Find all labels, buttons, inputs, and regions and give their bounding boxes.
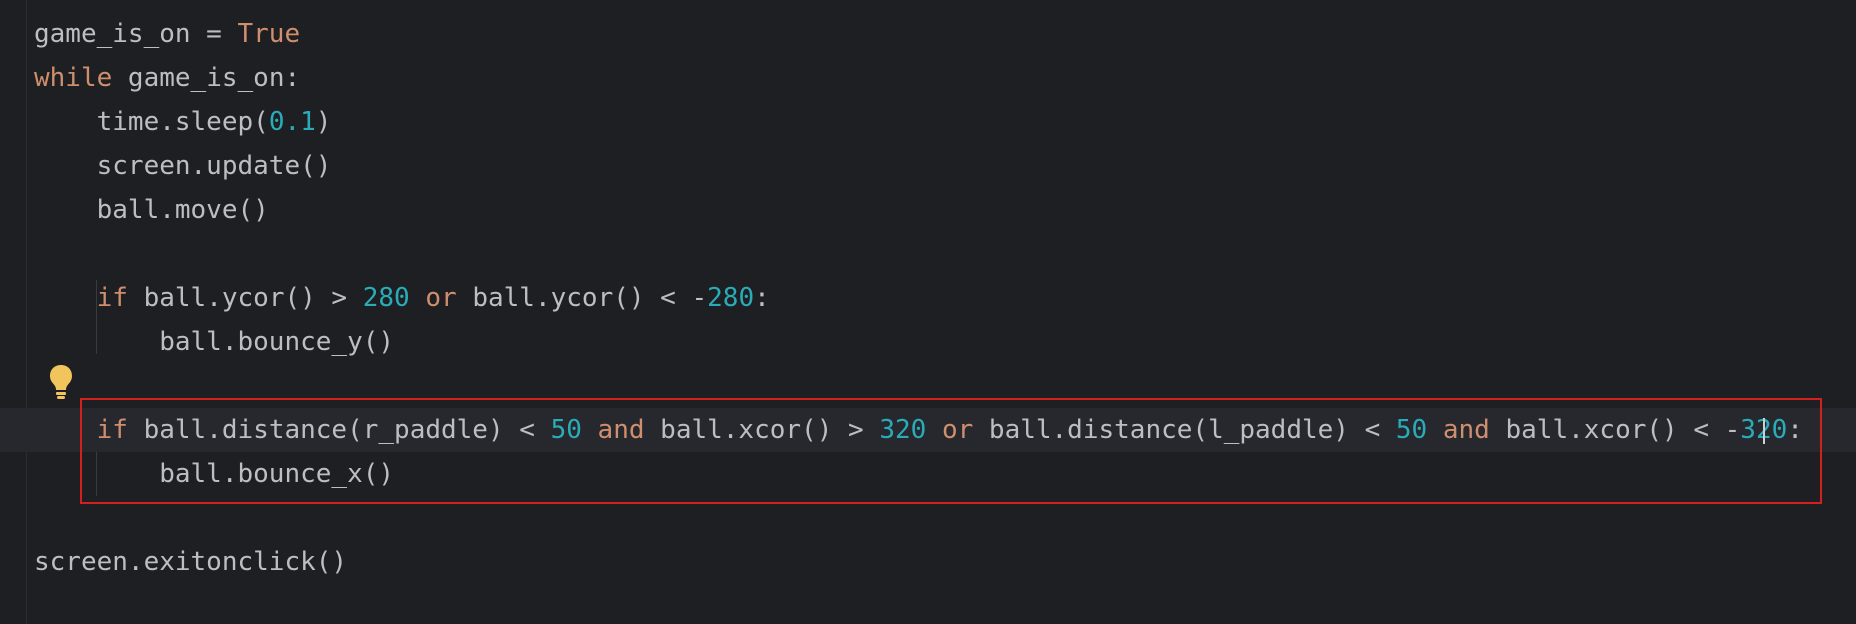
code-editor[interactable]: game_is_on = True while game_is_on: time.… <box>0 0 1856 624</box>
code-token: game_is_on: <box>112 63 301 93</box>
number-token: 0.1 <box>268 107 316 137</box>
code-token: ball.ycor() > <box>127 283 363 313</box>
keyword-token: or <box>425 283 457 313</box>
code-line[interactable]: game_is_on = True <box>34 12 300 56</box>
keyword-token: while <box>34 63 113 93</box>
code-token: ball.ycor() < - <box>456 283 708 313</box>
code-line[interactable]: if ball.ycor() > 280 or ball.ycor() < -2… <box>34 276 770 320</box>
code-line[interactable]: while game_is_on: <box>34 56 300 100</box>
keyword-token: if <box>96 283 128 313</box>
code-token: game_is_on = <box>34 19 238 49</box>
text-cursor <box>1763 418 1765 444</box>
gutter-separator <box>26 0 27 624</box>
code-token: time.sleep( <box>34 107 269 137</box>
code-line[interactable]: ball.move() <box>34 188 269 232</box>
code-token: ball.bounce_y() <box>34 327 395 357</box>
code-token: screen.update() <box>34 151 332 181</box>
code-line[interactable]: screen.exitonclick() <box>34 540 347 584</box>
code-token: screen.exitonclick() <box>34 547 348 577</box>
code-line[interactable]: screen.update() <box>34 144 332 188</box>
code-line[interactable]: ball.bounce_y() <box>34 320 394 364</box>
number-token: 280 <box>362 283 410 313</box>
code-token: : <box>754 283 770 313</box>
code-token: ball.move() <box>34 195 269 225</box>
number-token: 280 <box>707 283 755 313</box>
code-token: ) <box>315 107 332 137</box>
selection-highlight-box <box>80 398 1822 504</box>
lightbulb-icon[interactable] <box>47 363 75 401</box>
keyword-token: True <box>237 19 301 49</box>
code-line[interactable]: time.sleep(0.1) <box>34 100 332 144</box>
